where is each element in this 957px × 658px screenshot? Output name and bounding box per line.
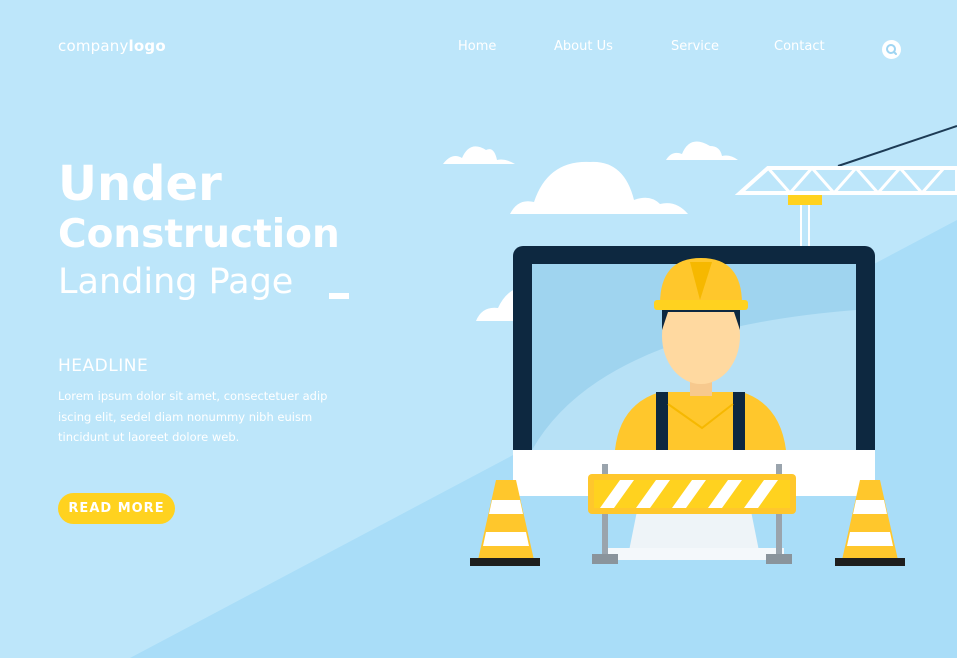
cloud-icon (443, 146, 515, 164)
cloud-icon (666, 141, 738, 160)
cloud-icon (510, 161, 688, 214)
construction-illustration (443, 125, 957, 566)
